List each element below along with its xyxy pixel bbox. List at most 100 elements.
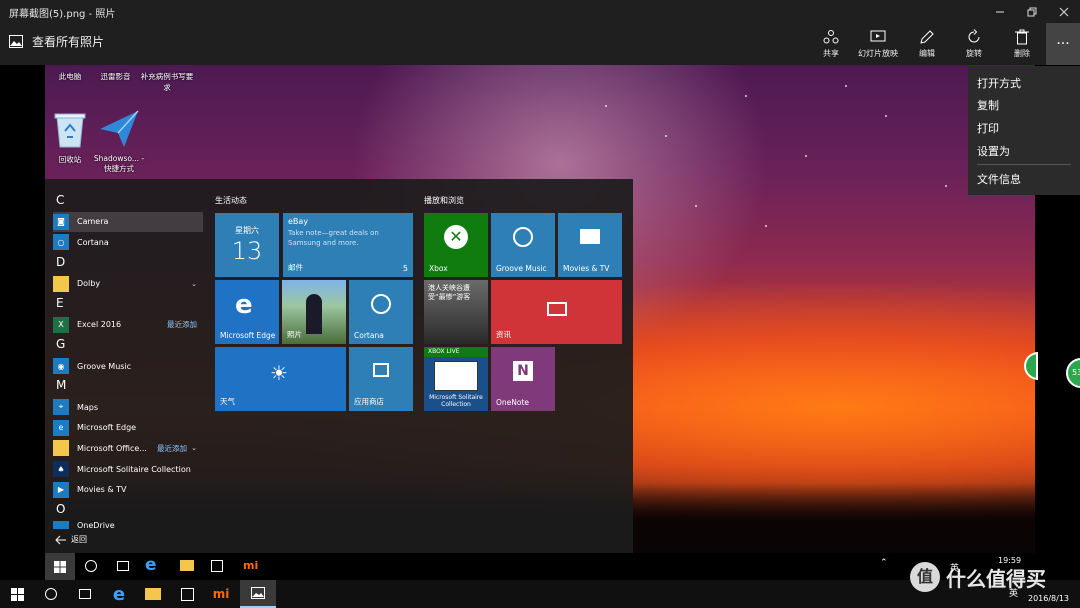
taskbar-edge[interactable]: e [102,580,136,608]
onedrive-icon [53,520,69,529]
desktop-icon-shadowsocks[interactable]: Shadowso... - 快捷方式 [93,154,145,174]
clock-date[interactable]: 2016/8/13 [1028,594,1069,603]
inner-explorer-icon[interactable] [180,560,194,571]
chevron-down-icon[interactable]: ⌄ [191,280,197,288]
slideshow-button[interactable]: 幻灯片放映 [855,29,901,65]
recently-added-badge: 最近添加 [157,443,187,453]
desktop-icon-document[interactable]: 补充病例书写要求 [140,71,194,93]
share-button[interactable]: 共享 [820,29,842,65]
letter-header[interactable]: D [53,253,203,274]
taskbar-photos[interactable] [240,580,276,608]
inner-store-icon[interactable] [211,560,223,572]
tile-xbox[interactable]: ✕ Xbox [424,213,488,277]
taskbar-store[interactable] [170,580,204,608]
store-icon [180,587,194,601]
app-item-maps[interactable]: ⌖ Maps [53,397,203,418]
app-item-excel[interactable]: X Excel 2016 最近添加 [53,315,203,336]
taskbar: e mi 英 2016/8/13 [0,580,1080,608]
tile-photos[interactable]: 照片 [282,280,346,344]
clapperboard-icon [580,229,600,244]
inner-tray-chevron-icon[interactable]: ⌃ [880,558,888,568]
restore-button[interactable] [1017,0,1047,23]
inner-mi-icon[interactable]: mi [243,559,258,572]
cortana-circle-icon [371,294,391,314]
tile-onenote[interactable]: N OneNote [491,347,555,411]
back-button[interactable]: 返回 [55,534,87,545]
tile-news-photo[interactable]: 港人关峡谷遭受“最惨”游客 [424,280,488,344]
tile-mail[interactable]: eBay Take note—great deals on Samsung an… [283,213,413,277]
start-button[interactable] [0,580,34,608]
menu-item-set-as[interactable]: 设置为 [977,143,1010,159]
menu-item-copy[interactable]: 复制 [977,97,999,113]
more-options-button[interactable]: ··· [1046,23,1080,65]
app-item-dolby[interactable]: Dolby ⌄ [53,273,203,294]
photos-icon [251,587,265,599]
app-item-groove[interactable]: ◉ Groove Music [53,356,203,377]
tile-movies[interactable]: Movies & TV [558,213,622,277]
view-all-photos-label: 查看所有照片 [32,35,105,49]
folder-icon [53,440,69,457]
photos-icon [9,35,23,48]
slideshow-icon [870,30,886,42]
news-icon [547,302,567,316]
desktop-icon-this-pc[interactable]: 此电脑 [50,71,90,82]
app-item-solitaire[interactable]: ♠ Microsoft Solitaire Collection [53,459,203,480]
inner-cortana-icon[interactable] [85,560,97,572]
maps-icon: ⌖ [53,399,69,416]
close-button[interactable] [1049,0,1079,23]
menu-item-file-info[interactable]: 文件信息 [977,171,1021,187]
app-item-office[interactable]: Microsoft Office... 最近添加 ⌄ [53,438,203,459]
photos-toolbar: 查看所有照片 共享 幻灯片放映 编辑 旋转 删除 [0,23,1080,65]
inner-edge-icon[interactable]: e [145,555,157,575]
edit-button[interactable]: 编辑 [916,29,938,65]
groove-disc-icon [513,227,533,247]
edge-icon: e [53,419,69,436]
delete-button[interactable]: 删除 [1011,29,1033,65]
app-item-onedrive[interactable]: OneDrive [53,520,203,529]
app-item-edge[interactable]: e Microsoft Edge [53,418,203,439]
tile-solitaire[interactable]: XBOX LIVE Microsoft Solitaire Collection [424,347,488,411]
view-all-photos-button[interactable]: 查看所有照片 [9,33,104,50]
xbox-live-banner: XBOX LIVE [424,347,488,357]
app-list: C ◙ Camera ○ Cortana D Dolby ⌄ E X Excel 201… [53,191,203,529]
app-item-cortana[interactable]: ○ Cortana [53,232,203,253]
task-view-button[interactable] [68,580,102,608]
taskbar-explorer[interactable] [136,580,170,608]
letter-header[interactable]: G [53,335,203,356]
floating-speed-badge[interactable]: 53 [1066,358,1080,388]
chevron-down-icon[interactable]: ⌄ [191,444,197,452]
slideshow-label: 幻灯片放映 [858,49,898,58]
letter-header[interactable]: M [53,376,203,397]
sun-icon: ☀ [270,361,288,385]
shadowsocks-icon[interactable] [98,109,140,149]
tile-groove[interactable]: Groove Music [491,213,555,277]
group-header-play[interactable]: 播放和浏览 [424,195,464,206]
inner-taskview-icon[interactable] [117,561,129,571]
minimize-button[interactable] [985,0,1015,23]
menu-item-open-with[interactable]: 打开方式 [977,75,1021,91]
news-headline: 港人关峡谷遭受“最惨”游客 [428,284,471,301]
desktop-icon-recycle-bin[interactable]: 回收站 [49,154,91,165]
cortana-button[interactable] [34,580,68,608]
letter-header[interactable]: O [53,500,203,521]
tile-edge[interactable]: e Microsoft Edge [215,280,279,344]
tile-calendar[interactable]: 星期六 13 [215,213,279,277]
inner-language-indicator[interactable]: 英 [950,561,959,574]
inner-clock[interactable]: 19:59 [998,556,1021,565]
letter-header[interactable]: E [53,294,203,315]
language-indicator[interactable]: 英 [1009,586,1018,599]
desktop-icon-xunlei[interactable]: 迅雷影音 [93,71,138,82]
rotate-button[interactable]: 旋转 [963,29,985,65]
letter-header[interactable]: C [53,191,203,212]
group-header-life[interactable]: 生活动态 [215,195,247,206]
tile-store[interactable]: 应用商店 [349,347,413,411]
taskbar-mi[interactable]: mi [204,580,238,608]
tile-cortana[interactable]: Cortana [349,280,413,344]
tile-weather[interactable]: ☀ 天气 [215,347,346,411]
recycle-bin-icon[interactable] [53,111,87,149]
tile-news[interactable]: 资讯 [491,280,622,344]
menu-item-print[interactable]: 打印 [977,120,999,136]
app-item-movies[interactable]: ▶ Movies & TV [53,479,203,500]
inner-start-button[interactable] [45,553,75,580]
app-item-camera[interactable]: ◙ Camera [53,211,203,233]
